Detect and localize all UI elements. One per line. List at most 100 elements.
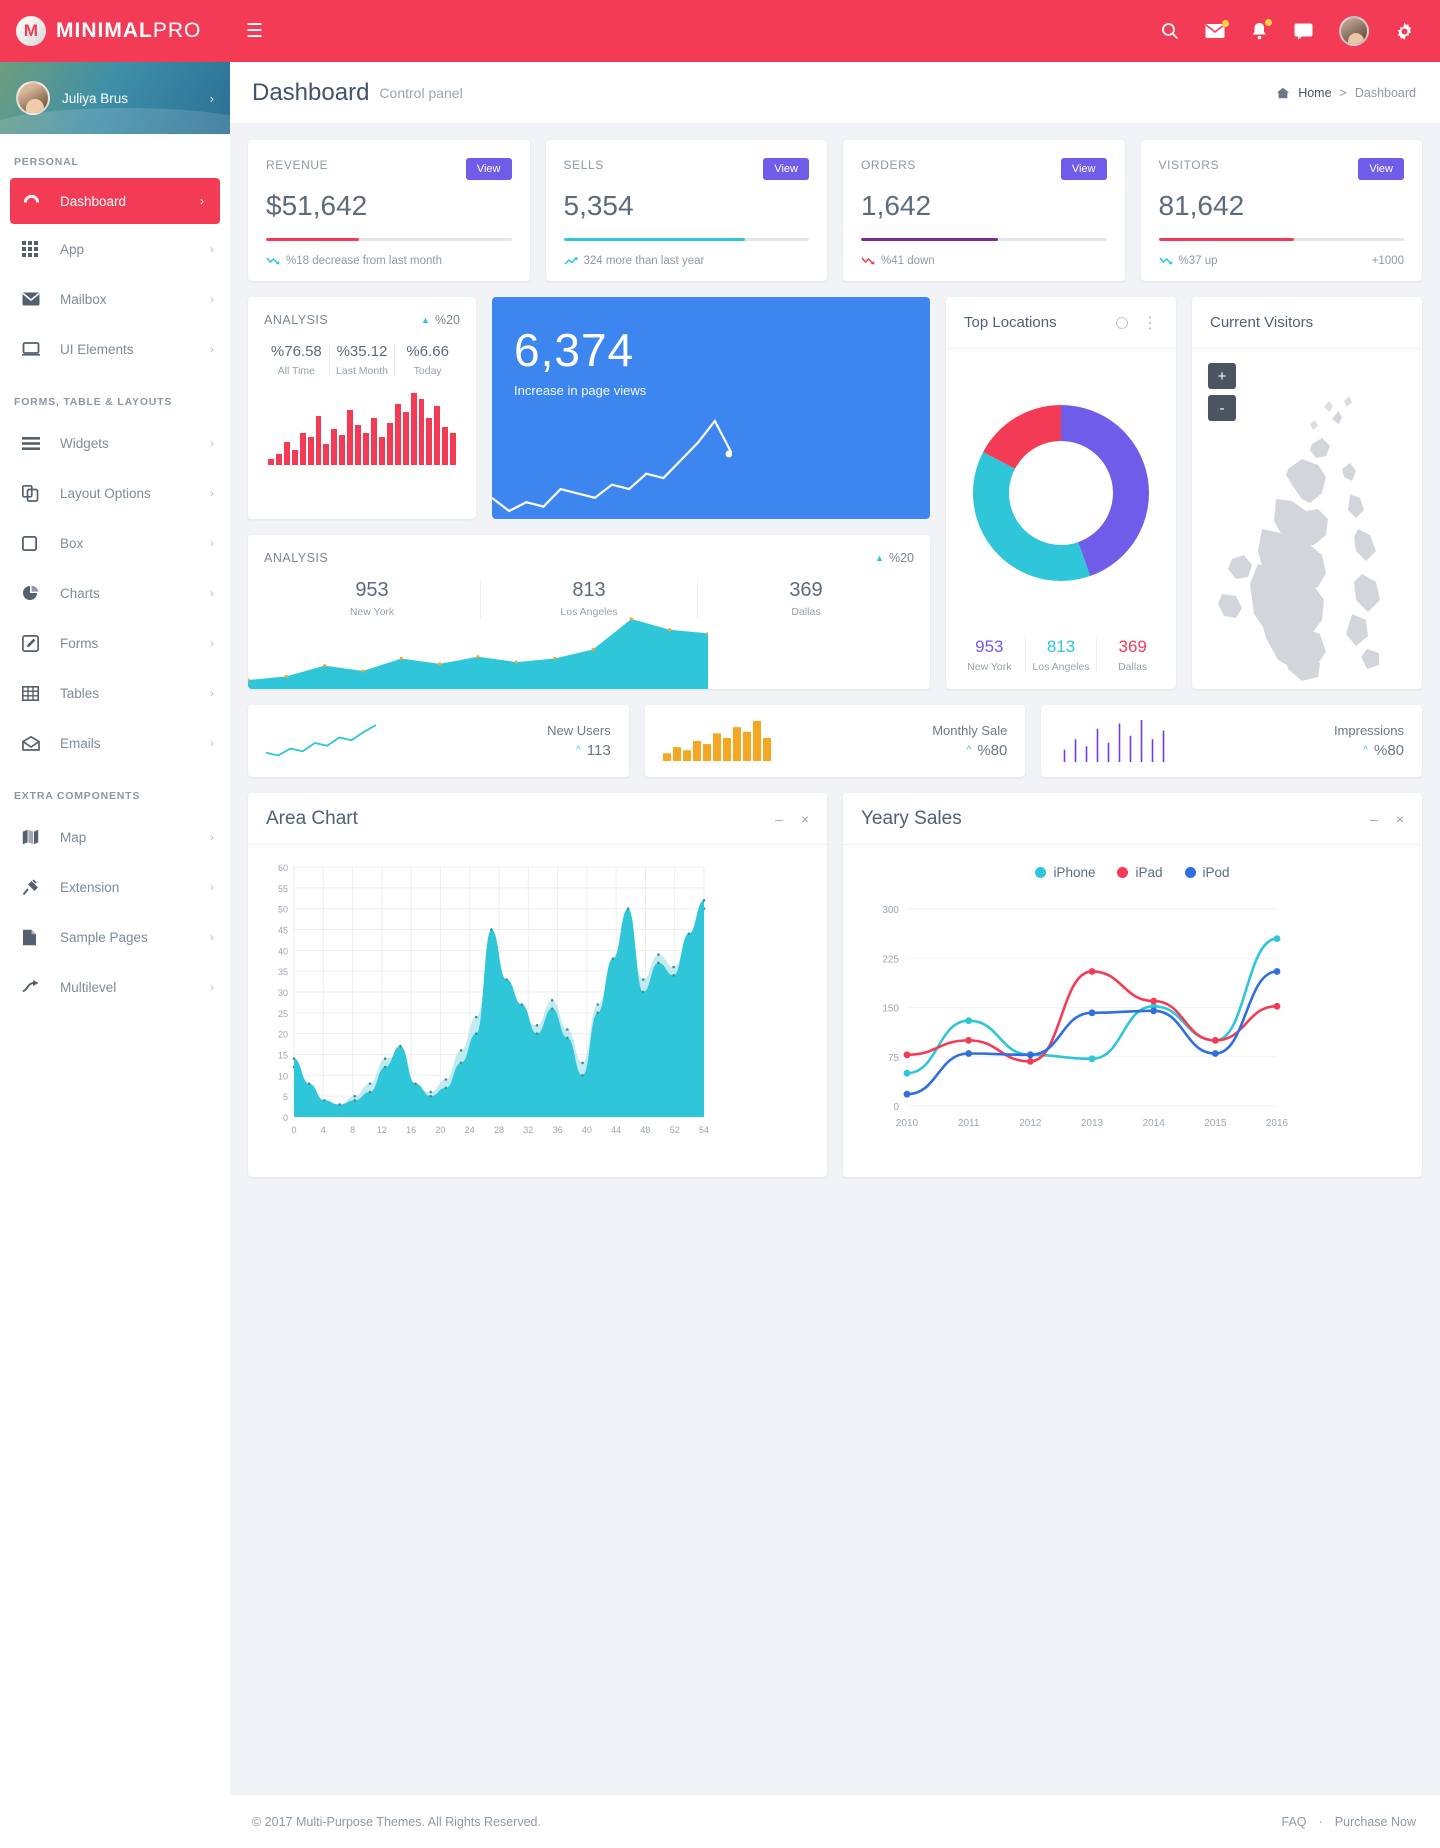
mail-icon[interactable] <box>1205 20 1229 39</box>
gear-icon[interactable] <box>1395 22 1414 41</box>
avatar[interactable] <box>1339 16 1369 46</box>
zoom-out-button[interactable]: - <box>1208 395 1236 421</box>
analysis-stats: %76.58 All Time %35.12 Last Month %6.66 … <box>264 343 460 377</box>
table-icon <box>22 685 60 701</box>
legend-item[interactable]: iPad <box>1117 865 1163 880</box>
sidebar-item-charts[interactable]: Charts › <box>0 568 230 618</box>
sidebar-item-layout-options[interactable]: Layout Options › <box>0 468 230 518</box>
sidebar-item-forms[interactable]: Forms › <box>0 618 230 668</box>
legend-caption: New York <box>967 661 1012 673</box>
brand-logo[interactable]: M MINIMALPRO <box>0 0 230 62</box>
legend-color-dot <box>1184 867 1196 878</box>
chevron-right-icon: › <box>210 930 214 944</box>
svg-text:25: 25 <box>278 1009 288 1019</box>
more-vertical-icon[interactable]: ⋮ <box>1142 313 1158 333</box>
analysis-bar <box>363 433 369 465</box>
sidebar-item-extension[interactable]: Extension › <box>0 862 230 912</box>
stat-card-top: VISITORS View <box>1159 158 1404 180</box>
sidebar-item-dashboard[interactable]: Dashboard › <box>10 178 220 224</box>
analysis-wide-header: ANALYSIS ▲ %20 <box>264 551 914 565</box>
bell-badge-dot <box>1265 19 1272 26</box>
close-icon[interactable]: × <box>801 811 809 827</box>
purchase-now-link[interactable]: Purchase Now <box>1335 1815 1416 1829</box>
view-button[interactable]: View <box>465 158 512 180</box>
sidebar-item-map[interactable]: Map › <box>0 812 230 862</box>
svg-text:12: 12 <box>377 1125 387 1135</box>
svg-text:54: 54 <box>699 1125 709 1135</box>
bar-sparkline <box>662 721 771 761</box>
minimize-icon[interactable]: – <box>775 811 783 827</box>
sidebar-item-app[interactable]: App › <box>0 224 230 274</box>
chevron-right-icon: › <box>210 880 214 894</box>
caret-up-icon: ^ <box>966 745 972 756</box>
brand-text: MINIMALPRO <box>56 19 201 43</box>
chevron-right-icon: › <box>210 536 214 550</box>
stat-card-sells: SELLS View 5,354 324 more than last year <box>545 140 827 281</box>
breadcrumb-home[interactable]: Home <box>1298 86 1331 100</box>
footer-copyright: © 2017 Multi-Purpose Themes. All Rights … <box>252 1814 541 1829</box>
footer: © 2017 Multi-Purpose Themes. All Rights … <box>230 1794 1440 1848</box>
yearly-sales-body: iPhone iPad iPod 0 75 150 225 300 2010 2011 2012 2… <box>843 845 1422 1176</box>
sidebar-item-emails[interactable]: Emails › <box>0 718 230 768</box>
list-icon <box>22 436 60 450</box>
analysis-bar <box>394 403 401 465</box>
spark-widget-new-users: New Users ^ 113 <box>248 705 629 777</box>
stat-cards-row: REVENUE View $51,642 %18 decrease from l… <box>248 140 1422 281</box>
legend-item[interactable]: iPod <box>1184 865 1230 880</box>
legend-item[interactable]: iPhone <box>1035 865 1095 880</box>
minimize-icon[interactable]: – <box>1370 811 1378 827</box>
stat-value: $51,642 <box>266 190 368 221</box>
pie-chart-icon <box>22 585 60 602</box>
svg-text:10: 10 <box>278 1071 288 1081</box>
analysis-delta: ▲ %20 <box>421 313 460 327</box>
trend-down-icon <box>861 256 875 266</box>
view-button[interactable]: View <box>1060 158 1107 180</box>
analysis-bar <box>283 441 290 465</box>
progress-fill <box>861 238 999 241</box>
page-views-card: 6,374 Increase in page views <box>492 297 930 519</box>
refresh-circle-icon[interactable] <box>1116 316 1128 329</box>
zoom-in-button[interactable]: + <box>1208 363 1236 389</box>
view-button[interactable]: View <box>1358 158 1404 180</box>
chat-icon[interactable] <box>1294 23 1313 40</box>
faq-link[interactable]: FAQ <box>1282 1815 1307 1829</box>
legend-label: iPhone <box>1053 865 1096 880</box>
analysis-bar <box>307 437 314 465</box>
area-chart-header: Area Chart – × <box>248 793 827 845</box>
progress-fill <box>266 238 360 241</box>
main-content: Dashboard Control panel Home > Dashboard… <box>230 0 1440 1848</box>
analysis-wide-title: ANALYSIS <box>264 551 329 565</box>
sidebar-item-tables[interactable]: Tables › <box>0 668 230 718</box>
svg-text:16: 16 <box>406 1125 416 1135</box>
chevron-right-icon: › <box>210 486 214 500</box>
svg-text:50: 50 <box>278 905 288 915</box>
stat-card-top: REVENUE View <box>266 158 512 180</box>
current-visitors-card: Current Visitors + - <box>1192 297 1422 689</box>
analysis-bar <box>434 405 441 465</box>
sidebar-item-mailbox[interactable]: Mailbox › <box>0 274 230 324</box>
analysis-bar <box>450 433 457 465</box>
copy-icon <box>22 484 60 502</box>
sidebar-item-sample-pages[interactable]: Sample Pages › <box>0 912 230 962</box>
area-chart-body: 0 5 10 15 20 25 30 35 40 45 50 55 60 0 4 8 12 16 20 24 28 32 3… <box>248 845 827 1177</box>
sidebar-item-widgets[interactable]: Widgets › <box>0 418 230 468</box>
spark-title: Monthly Sale <box>932 723 1008 738</box>
svg-text:40: 40 <box>278 946 288 956</box>
open-envelope-icon <box>22 735 60 751</box>
analysis-bar <box>268 458 274 465</box>
sidebar-item-label: UI Elements <box>60 341 134 357</box>
second-row: ANALYSIS ▲ %20 %76.58 All Time %35.12 La… <box>248 297 1422 689</box>
sidebar-item-label: Sample Pages <box>60 929 148 945</box>
stat-footer: %41 down <box>861 255 1107 267</box>
sidebar-item-ui-elements[interactable]: UI Elements › <box>0 324 230 374</box>
caret-up-icon: ^ <box>1363 745 1368 756</box>
sidebar-profile[interactable]: Juliya Brus › <box>0 62 230 134</box>
search-icon[interactable] <box>1161 22 1179 40</box>
hamburger-icon[interactable]: ☰ <box>230 0 270 62</box>
close-icon[interactable]: × <box>1396 811 1404 827</box>
spark-value: %80 <box>977 742 1008 759</box>
sidebar-item-box[interactable]: Box › <box>0 518 230 568</box>
sidebar-item-multilevel[interactable]: Multilevel › <box>0 962 230 1012</box>
bell-icon[interactable] <box>1251 19 1272 40</box>
view-button[interactable]: View <box>763 158 809 180</box>
